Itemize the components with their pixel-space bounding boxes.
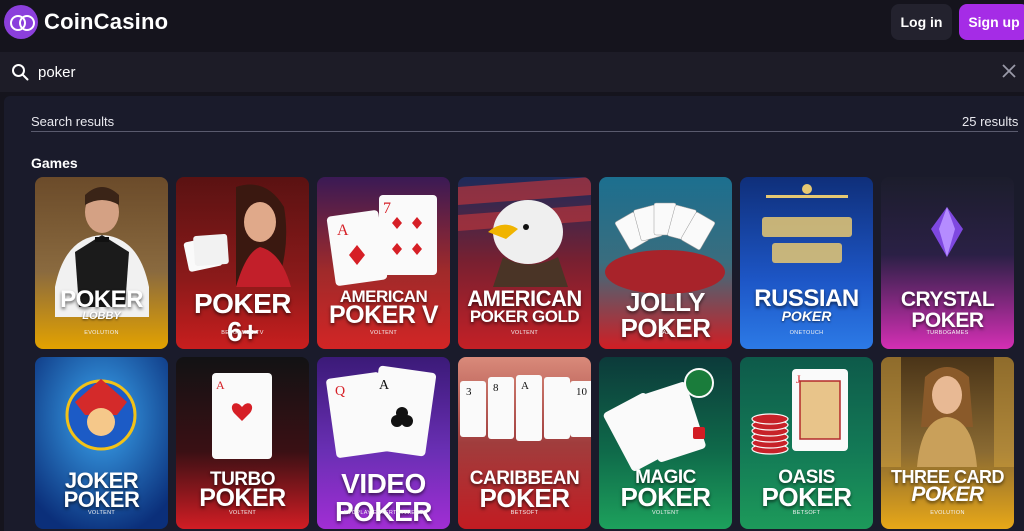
game-title-line2: POKER GOLD bbox=[469, 307, 580, 326]
game-card[interactable]: JOKER POKER VOLTENT bbox=[35, 357, 168, 529]
svg-text:8: 8 bbox=[493, 382, 499, 394]
svg-text:A: A bbox=[379, 378, 390, 393]
game-provider: FAZI bbox=[659, 330, 672, 336]
game-provider: VOLTENT bbox=[369, 330, 398, 336]
game-title-line2: POKER bbox=[479, 483, 570, 513]
game-thumbnail bbox=[35, 177, 168, 349]
logo-text: CoinCasino bbox=[44, 9, 169, 34]
game-card[interactable]: POKER LOBBY EVOLUTION bbox=[35, 177, 168, 349]
divider bbox=[31, 131, 1018, 132]
game-card[interactable]: J OASIS POKER BETSOFT bbox=[740, 357, 873, 529]
game-provider: VOLTENT bbox=[651, 510, 680, 516]
game-card[interactable]: JOLLY POKER FAZI bbox=[599, 177, 732, 349]
game-card[interactable]: RUSSIAN POKER ONETOUCH bbox=[740, 177, 873, 349]
game-subtitle: POKER bbox=[781, 308, 832, 324]
game-title-line2: POKER bbox=[761, 482, 852, 512]
game-provider: VOLTENT bbox=[87, 510, 116, 516]
game-card[interactable]: Q A VIDEO POKER EVOPLAY ENTERTAINMENT bbox=[317, 357, 450, 529]
game-card[interactable]: 3 8 A 10 CARIBBEAN POKER BETSOFT bbox=[458, 357, 591, 529]
results-label: Search results bbox=[31, 114, 115, 129]
game-card[interactable]: CRYSTAL POKER TURBOGAMES bbox=[881, 177, 1014, 349]
game-card[interactable]: A 7 AMERICAN POKER V VOLTENT bbox=[317, 177, 450, 349]
svg-text:A: A bbox=[521, 380, 529, 392]
game-card[interactable]: THREE CARD POKER EVOLUTION bbox=[881, 357, 1014, 529]
game-provider: BETSOFT bbox=[510, 510, 539, 516]
game-card[interactable]: POKER 6+ BETGAMES.TV bbox=[176, 177, 309, 349]
game-title-line2: POKER bbox=[620, 482, 711, 512]
game-title-line2: POKER V bbox=[328, 301, 439, 329]
search-icon bbox=[12, 64, 29, 81]
svg-text:3: 3 bbox=[466, 386, 472, 398]
game-title: POKER 6+ bbox=[193, 288, 292, 347]
game-title-line2: POKER bbox=[63, 487, 140, 512]
search-input[interactable] bbox=[38, 60, 938, 84]
game-title: VIDEO POKER bbox=[334, 468, 433, 527]
login-button[interactable]: Log in bbox=[891, 4, 952, 40]
top-bar: CoinCasino Log in Sign up bbox=[0, 0, 1024, 50]
coin-logo-icon bbox=[4, 5, 38, 39]
game-provider: TURBOGAMES bbox=[926, 330, 969, 336]
game-provider: VOLTENT bbox=[228, 510, 257, 516]
search-bar bbox=[0, 52, 1024, 92]
svg-text:10: 10 bbox=[576, 386, 588, 398]
close-icon[interactable] bbox=[1000, 62, 1018, 80]
game-subtitle: LOBBY bbox=[82, 310, 121, 322]
game-title: POKER bbox=[60, 286, 143, 313]
svg-text:Q: Q bbox=[335, 384, 345, 399]
game-title-line2: POKER bbox=[911, 483, 984, 506]
game-provider: EVOLUTION bbox=[84, 330, 119, 336]
svg-text:A: A bbox=[216, 378, 225, 392]
svg-text:7: 7 bbox=[383, 200, 391, 217]
game-card[interactable]: MAGIC POKER VOLTENT bbox=[599, 357, 732, 529]
game-card[interactable]: A TURBO POKER VOLTENT bbox=[176, 357, 309, 529]
logo[interactable]: CoinCasino bbox=[4, 5, 168, 39]
svg-text:J: J bbox=[796, 372, 801, 386]
game-provider: EVOLUTION bbox=[930, 510, 965, 516]
game-provider: EVOPLAY ENTERTAINMENT bbox=[343, 510, 424, 516]
signup-button[interactable]: Sign up bbox=[959, 4, 1024, 40]
section-title: Games bbox=[31, 155, 78, 171]
game-provider: ONETOUCH bbox=[789, 330, 824, 336]
game-title-line2: POKER bbox=[199, 484, 286, 512]
game-card[interactable]: AMERICAN POKER GOLD VOLTENT bbox=[458, 177, 591, 349]
game-provider: BETSOFT bbox=[792, 510, 821, 516]
game-title: CRYSTAL POKER bbox=[900, 288, 995, 332]
results-count: 25 results bbox=[962, 114, 1019, 129]
game-provider: VOLTENT bbox=[510, 330, 539, 336]
game-provider: BETGAMES.TV bbox=[221, 330, 264, 336]
svg-text:A: A bbox=[337, 222, 349, 239]
